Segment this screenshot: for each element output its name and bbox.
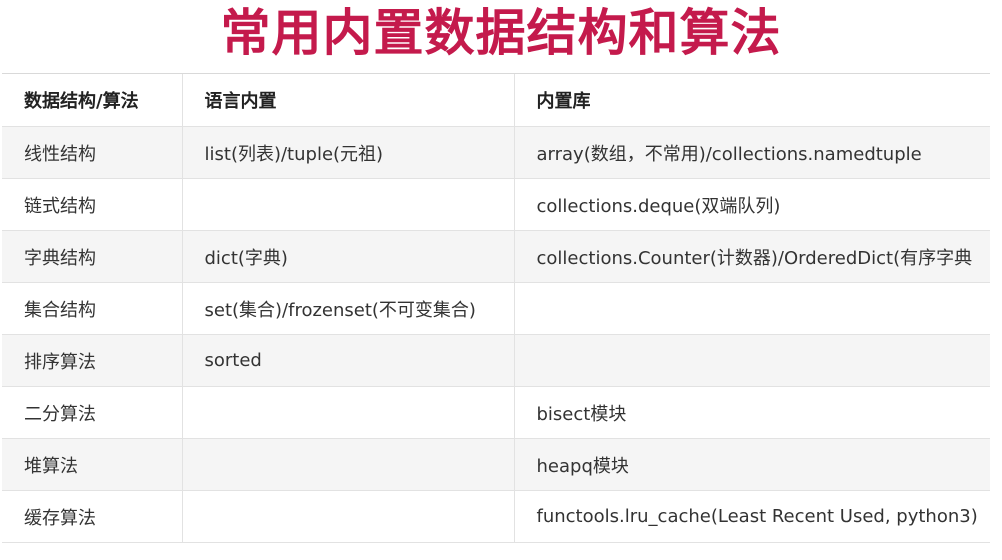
cell-builtin <box>182 438 515 491</box>
cell-library: array(数组，不常用)/collections.namedtuple <box>514 126 990 179</box>
cell-builtin: dict(字典) <box>182 230 515 283</box>
data-structures-table-container: 数据结构/算法 语言内置 内置库 线性结构 list(列表)/tuple(元祖)… <box>2 73 990 549</box>
table-row: 线性结构 list(列表)/tuple(元祖) array(数组，不常用)/co… <box>2 126 990 179</box>
cell-structure: 链式结构 <box>2 178 183 231</box>
cell-structure: 字典结构 <box>2 230 183 283</box>
table-header-row: 数据结构/算法 语言内置 内置库 <box>2 74 990 127</box>
table-row: 集合结构 set(集合)/frozenset(不可变集合) <box>2 282 990 335</box>
cell-builtin: list(列表)/tuple(元祖) <box>182 126 515 179</box>
cell-builtin: set(集合)/frozenset(不可变集合) <box>182 282 515 335</box>
cell-structure: 缓存算法 <box>2 490 183 543</box>
cell-library: collections.deque(双端队列) <box>514 178 990 231</box>
cell-library: collections.Counter(计数器)/OrderedDict(有序字… <box>514 230 990 283</box>
table-row: 链式结构 collections.deque(双端队列) <box>2 178 990 231</box>
cell-structure: 堆算法 <box>2 438 183 491</box>
cell-library <box>514 334 990 387</box>
table-row: 堆算法 heapq模块 <box>2 438 990 491</box>
cell-builtin <box>182 178 515 231</box>
cell-library: heapq模块 <box>514 438 990 491</box>
cell-builtin <box>182 386 515 439</box>
cell-structure: 二分算法 <box>2 386 183 439</box>
data-structures-table: 数据结构/算法 语言内置 内置库 线性结构 list(列表)/tuple(元祖)… <box>2 74 990 543</box>
table-row: 排序算法 sorted <box>2 334 990 387</box>
header-cell-library: 内置库 <box>514 74 990 127</box>
cell-library: bisect模块 <box>514 386 990 439</box>
cell-structure: 集合结构 <box>2 282 183 335</box>
header-cell-builtin: 语言内置 <box>182 74 515 127</box>
cell-library <box>514 282 990 335</box>
table-row: 缓存算法 functools.lru_cache(Least Recent Us… <box>2 490 990 543</box>
table-row: 二分算法 bisect模块 <box>2 386 990 439</box>
header-cell-structure: 数据结构/算法 <box>2 74 183 127</box>
cell-structure: 线性结构 <box>2 126 183 179</box>
page-title: 常用内置数据结构和算法 <box>220 4 782 62</box>
cell-structure: 排序算法 <box>2 334 183 387</box>
cell-library: functools.lru_cache(Least Recent Used, p… <box>514 490 990 543</box>
cell-builtin: sorted <box>182 334 515 387</box>
cell-builtin <box>182 490 515 543</box>
table-row: 字典结构 dict(字典) collections.Counter(计数器)/O… <box>2 230 990 283</box>
